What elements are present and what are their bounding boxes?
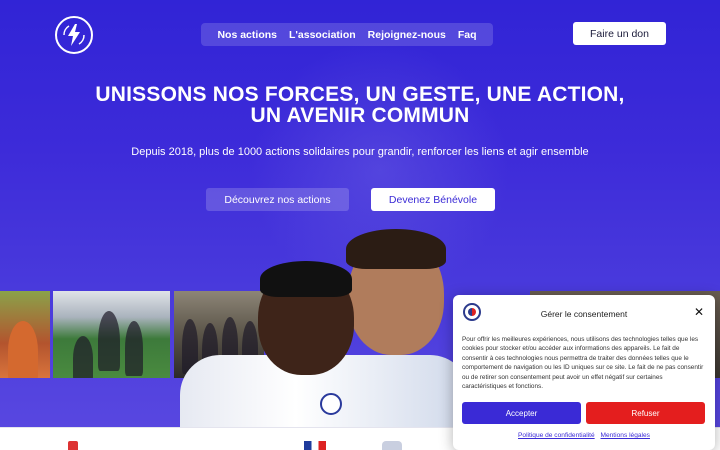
- discover-actions-button[interactable]: Découvrez nos actions: [206, 188, 349, 211]
- partner-logo: [304, 441, 326, 450]
- gallery-photo: [0, 291, 50, 378]
- accept-button[interactable]: Accepter: [462, 402, 581, 424]
- close-icon[interactable]: ✕: [693, 306, 705, 318]
- partner-logo: [382, 441, 402, 450]
- nav-item-association[interactable]: L'association: [289, 29, 356, 41]
- refuse-button[interactable]: Refuser: [586, 402, 705, 424]
- cookie-consent-modal: Gérer le consentement ✕ Pour offrir les …: [453, 295, 715, 450]
- modal-body-text: Pour offrir les meilleures expériences, …: [462, 336, 704, 391]
- nav-item-rejoignez-nous[interactable]: Rejoignez-nous: [368, 29, 446, 41]
- become-volunteer-button[interactable]: Devenez Bénévole: [371, 188, 495, 211]
- nav-item-faq[interactable]: Faq: [458, 29, 477, 41]
- main-nav: Nos actions L'association Rejoignez-nous…: [201, 23, 493, 46]
- privacy-policy-link[interactable]: Politique de confidentialité: [518, 432, 595, 439]
- hero-subtitle: Depuis 2018, plus de 1000 actions solida…: [131, 146, 589, 158]
- modal-title: Gérer le consentement: [540, 309, 628, 319]
- hero-title: UNISSONS NOS FORCES, UN GESTE, UNE ACTIO…: [0, 84, 720, 126]
- lightning-logo-icon: [63, 24, 85, 46]
- association-logo[interactable]: [55, 16, 93, 54]
- nav-item-nos-actions[interactable]: Nos actions: [217, 29, 277, 41]
- hero-children-photo: [150, 225, 470, 427]
- shirt-badge-icon: [320, 393, 342, 415]
- hero-title-line2: UN AVENIR COMMUN: [250, 104, 470, 127]
- donate-button[interactable]: Faire un don: [573, 22, 666, 45]
- legal-notice-link[interactable]: Mentions légales: [600, 432, 649, 439]
- hero-title-line1: UNISSONS NOS FORCES, UN GESTE, UNE ACTIO…: [95, 83, 625, 106]
- partner-logo: [68, 441, 78, 450]
- modal-links: Politique de confidentialité Mentions lé…: [453, 432, 715, 439]
